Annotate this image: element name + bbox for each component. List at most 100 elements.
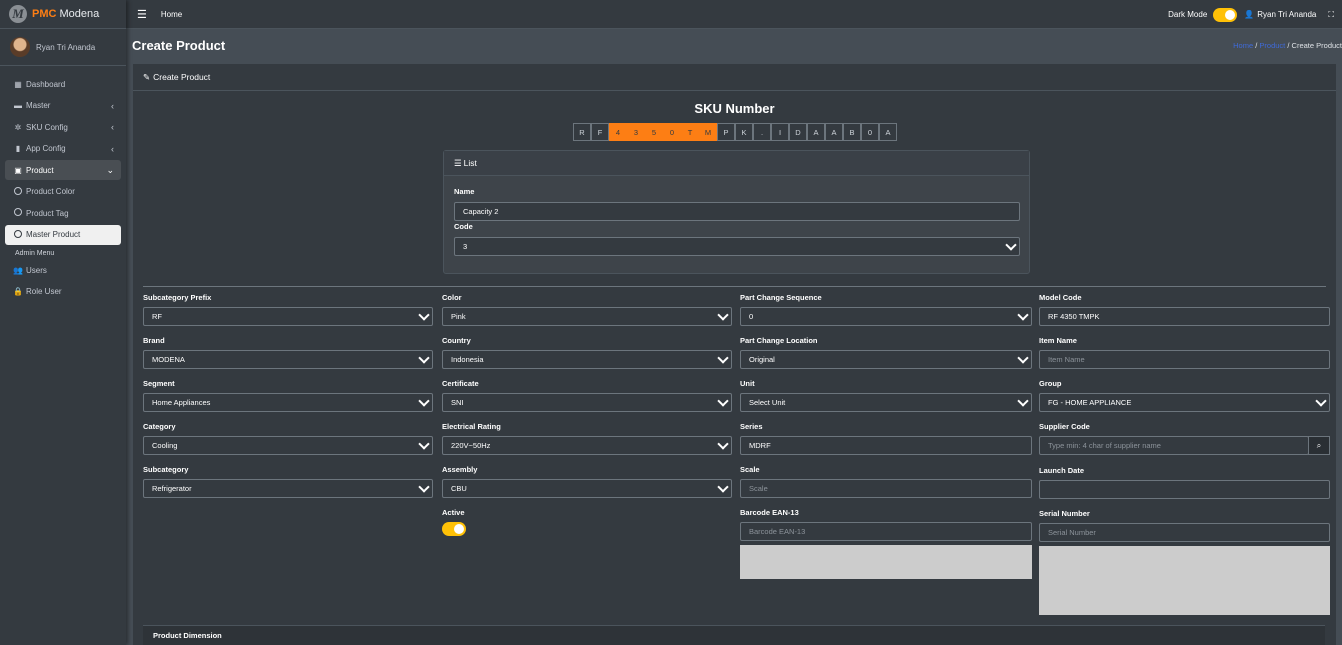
sku-char-box: K bbox=[735, 123, 753, 141]
sku-char-box: . bbox=[753, 123, 771, 141]
sidebar-nav: ▦ Dashboard ▬ Master ‹ ✲ SKU Config ‹ ▮ App Co… bbox=[0, 74, 126, 302]
user-icon: 👤 bbox=[1244, 10, 1255, 19]
scale-label: Scale bbox=[740, 465, 760, 474]
barcode-label: Barcode EAN-13 bbox=[740, 508, 799, 517]
circle-icon bbox=[13, 208, 23, 218]
group-select[interactable]: FG - HOME APPLIANCE bbox=[1039, 393, 1330, 412]
sku-char-box: P bbox=[717, 123, 735, 141]
subcategory-label: Subcategory bbox=[143, 465, 189, 474]
chevron-down-icon bbox=[1017, 352, 1029, 364]
content: Create Product Home / Product / Create P… bbox=[126, 29, 1342, 645]
scale-input[interactable]: Scale bbox=[740, 479, 1032, 498]
sku-char-box: F bbox=[591, 123, 609, 141]
sidebar-item-master[interactable]: ▬ Master ‹ bbox=[5, 96, 121, 116]
part-change-location-label: Part Change Location bbox=[740, 336, 818, 345]
card-header: ✎ Create Product bbox=[133, 64, 1336, 91]
brand-select[interactable]: MODENA bbox=[143, 350, 433, 369]
chevron-left-icon: ‹ bbox=[111, 122, 114, 132]
breadcrumb-home[interactable]: Home bbox=[1233, 41, 1253, 50]
serial-number-label: Serial Number bbox=[1039, 509, 1090, 518]
home-link[interactable]: Home bbox=[161, 10, 182, 19]
sku-char-box: D bbox=[789, 123, 807, 141]
grid-icon: ▦ bbox=[14, 79, 22, 89]
chevron-down-icon bbox=[418, 481, 430, 493]
subcategory-prefix-label: Subcategory Prefix bbox=[143, 293, 212, 302]
supplier-code-input[interactable]: Type min: 4 char of supplier name bbox=[1039, 436, 1309, 455]
search-icon: ⌕ bbox=[1316, 440, 1322, 450]
subcategory-select[interactable]: Refrigerator bbox=[143, 479, 433, 498]
sidebar-item-sku-config[interactable]: ✲ SKU Config ‹ bbox=[5, 117, 121, 137]
sku-char-box: I bbox=[771, 123, 789, 141]
chevron-down-icon bbox=[1017, 395, 1029, 407]
list-name-input[interactable]: Capacity 2 bbox=[454, 202, 1020, 221]
sidebar-item-master-product[interactable]: Master Product bbox=[5, 224, 121, 245]
certificate-select[interactable]: SNI bbox=[442, 393, 732, 412]
box-icon: ▣ bbox=[14, 165, 22, 175]
content-header: Create Product Home / Product / Create P… bbox=[126, 29, 1342, 62]
category-select[interactable]: Cooling bbox=[143, 436, 433, 455]
supplier-search-button[interactable]: ⌕ bbox=[1308, 436, 1330, 455]
unit-select[interactable]: Select Unit bbox=[740, 393, 1032, 412]
fullscreen-icon[interactable]: ⛶ bbox=[1328, 10, 1334, 20]
chevron-left-icon: ‹ bbox=[111, 143, 114, 154]
circle-icon bbox=[13, 186, 23, 197]
barcode-preview bbox=[740, 545, 1032, 579]
user-panel[interactable]: Ryan Tri Ananda bbox=[0, 29, 126, 66]
edit-icon: ✎ bbox=[143, 71, 151, 82]
card-title: Create Product bbox=[153, 72, 211, 82]
country-select[interactable]: Indonesia bbox=[442, 350, 732, 369]
part-change-location-select[interactable]: Original bbox=[740, 350, 1032, 369]
certificate-label: Certificate bbox=[442, 379, 479, 388]
product-dimension-card: Product Dimension bbox=[143, 625, 1325, 645]
active-label: Active bbox=[442, 508, 465, 517]
topbar-right: Dark Mode 👤 Ryan Tri Ananda ⛶ bbox=[1168, 0, 1342, 29]
menu-icon[interactable]: ☰ bbox=[137, 8, 147, 21]
unit-label: Unit bbox=[740, 379, 755, 388]
brand-label: Brand bbox=[143, 336, 165, 345]
model-code-input[interactable]: RF 4350 TMPK bbox=[1039, 307, 1330, 326]
brand-logo: M bbox=[9, 5, 27, 23]
sidebar-item-dashboard[interactable]: ▦ Dashboard bbox=[5, 74, 121, 94]
breadcrumb-product[interactable]: Product bbox=[1259, 41, 1285, 50]
series-label: Series bbox=[740, 422, 763, 431]
dark-mode-toggle[interactable] bbox=[1213, 7, 1238, 22]
item-name-label: Item Name bbox=[1039, 336, 1077, 345]
subcategory-prefix-select[interactable]: RF bbox=[143, 307, 433, 326]
electrical-rating-select[interactable]: 220V~50Hz bbox=[442, 436, 732, 455]
sidebar-item-app-config[interactable]: ▮ App Config ‹ bbox=[5, 139, 121, 159]
segment-select[interactable]: Home Appliances bbox=[143, 393, 433, 412]
sku-title: SKU Number bbox=[694, 101, 775, 116]
create-product-card: ✎ Create Product SKU Number RF4350TMPK.I… bbox=[133, 64, 1336, 645]
launch-date-label: Launch Date bbox=[1039, 466, 1085, 475]
page-title: Create Product bbox=[132, 38, 226, 53]
chevron-down-icon bbox=[717, 309, 729, 321]
item-name-input[interactable]: Item Name bbox=[1039, 350, 1330, 369]
list-code-select[interactable]: 3 bbox=[454, 237, 1020, 256]
group-label: Group bbox=[1039, 379, 1062, 388]
topbar: ☰ Home Dark Mode 👤 Ryan Tri Ananda ⛶ bbox=[126, 0, 1342, 29]
barcode-input[interactable]: Barcode EAN-13 bbox=[740, 522, 1032, 541]
assembly-select[interactable]: CBU bbox=[442, 479, 732, 498]
brand-text: PMC Modena bbox=[32, 8, 100, 20]
avatar bbox=[10, 37, 30, 57]
users-icon: 👥 bbox=[13, 265, 23, 275]
launch-date-input[interactable] bbox=[1039, 480, 1330, 499]
dark-mode-label: Dark Mode bbox=[1168, 10, 1208, 19]
sidebar-item-product-color[interactable]: Product Color bbox=[5, 182, 121, 202]
color-select[interactable]: Pink bbox=[442, 307, 732, 326]
serial-number-input[interactable]: Serial Number bbox=[1039, 523, 1330, 542]
chevron-down-icon bbox=[1017, 309, 1029, 321]
sku-char-box: A bbox=[879, 123, 897, 141]
topbar-user-name[interactable]: Ryan Tri Ananda bbox=[1257, 10, 1316, 19]
model-code-label: Model Code bbox=[1039, 293, 1082, 302]
active-toggle[interactable] bbox=[442, 522, 466, 536]
sidebar-item-product-tag[interactable]: Product Tag bbox=[5, 203, 121, 223]
series-input[interactable]: MDRF bbox=[740, 436, 1032, 455]
brand[interactable]: M PMC Modena bbox=[0, 0, 126, 29]
chevron-down-icon bbox=[717, 438, 729, 450]
sidebar-item-role-user[interactable]: 🔒 Role User bbox=[5, 282, 121, 302]
part-change-sequence-select[interactable]: 0 bbox=[740, 307, 1032, 326]
sidebar-item-users[interactable]: 👥 Users bbox=[5, 260, 121, 280]
sidebar-item-product[interactable]: ▣ Product ⌄ bbox=[5, 160, 121, 180]
chevron-left-icon: ‹ bbox=[111, 100, 114, 111]
